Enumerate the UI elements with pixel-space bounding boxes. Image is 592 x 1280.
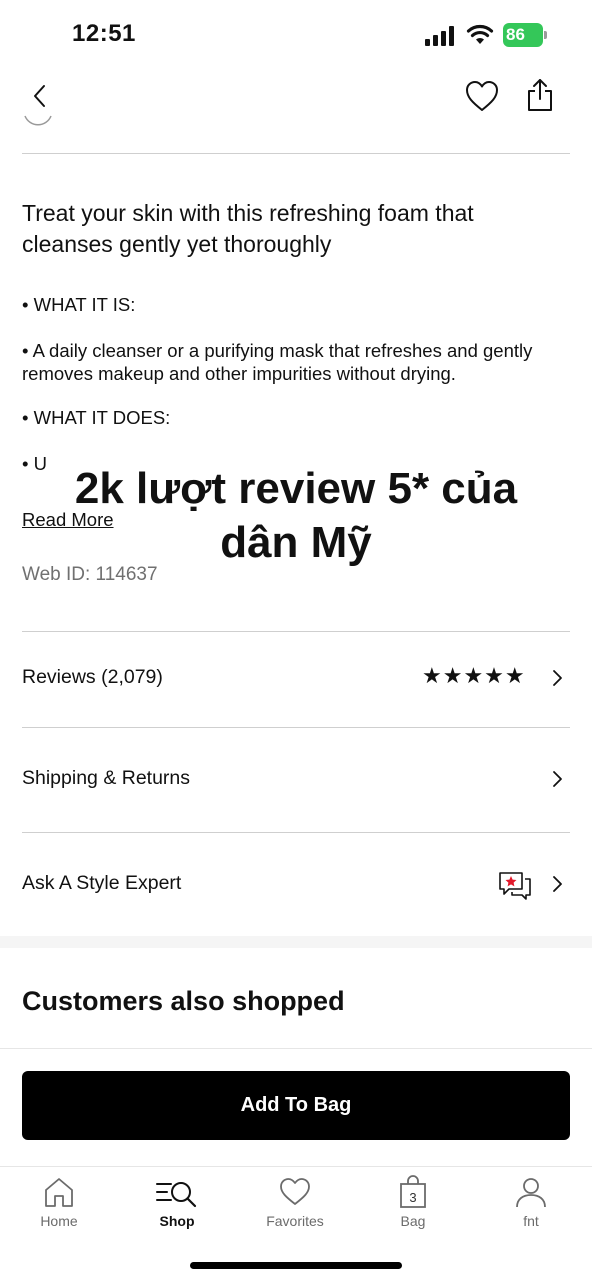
divider bbox=[0, 1048, 592, 1049]
chat-star-icon bbox=[499, 872, 531, 900]
tab-home[interactable]: Home bbox=[0, 1175, 118, 1245]
description-title: Treat your skin with this refreshing foa… bbox=[22, 200, 474, 257]
style-expert-row[interactable]: Ask A Style Expert bbox=[22, 860, 570, 910]
overlay-caption: 2k lượt review 5* của dân Mỹ bbox=[74, 464, 518, 567]
tab-account[interactable]: fnt bbox=[472, 1175, 590, 1245]
bag-count-badge: 3 bbox=[409, 1190, 416, 1205]
reviews-row[interactable]: Reviews (2,079) ★★★★★ bbox=[22, 654, 570, 704]
tab-shop[interactable]: Shop bbox=[118, 1175, 236, 1245]
home-icon bbox=[45, 1178, 73, 1207]
reviews-label: Reviews (2,079) bbox=[22, 666, 163, 688]
wifi-icon bbox=[466, 24, 494, 44]
share-icon[interactable] bbox=[524, 77, 556, 113]
customers-also-shopped-title: Customers also shopped bbox=[22, 986, 345, 1016]
partial-circle-icon bbox=[24, 115, 52, 126]
cellular-signal-icon bbox=[425, 26, 454, 46]
battery-level: 86 bbox=[506, 25, 525, 44]
shipping-returns-label: Shipping & Returns bbox=[22, 767, 191, 789]
tab-label: Home bbox=[40, 1213, 78, 1229]
add-to-bag-button[interactable]: Add To Bag bbox=[22, 1071, 570, 1140]
tab-label: Favorites bbox=[266, 1213, 324, 1229]
tab-label: Bag bbox=[400, 1213, 426, 1229]
status-time: 12:51 bbox=[72, 20, 136, 47]
divider bbox=[22, 631, 570, 632]
style-expert-label: Ask A Style Expert bbox=[22, 872, 182, 894]
battery-icon: 86 bbox=[503, 23, 547, 47]
tab-favorites[interactable]: Favorites bbox=[236, 1175, 354, 1245]
description-bullet: • A daily cleanser or a purifying mask t… bbox=[22, 340, 533, 384]
back-chevron-icon[interactable] bbox=[28, 83, 52, 109]
tab-label: fnt bbox=[523, 1213, 539, 1229]
bag-icon: 3 bbox=[400, 1175, 426, 1208]
rating-stars: ★★★★★ bbox=[422, 663, 526, 688]
favorite-heart-icon[interactable] bbox=[464, 79, 500, 113]
divider bbox=[22, 153, 570, 154]
status-bar: 12:51 86 bbox=[0, 0, 592, 70]
description-bullet: • WHAT IT DOES: bbox=[22, 407, 171, 428]
divider bbox=[22, 832, 570, 833]
section-separator bbox=[0, 936, 592, 948]
search-list-icon bbox=[156, 1182, 197, 1208]
chevron-right-icon bbox=[553, 876, 562, 892]
heart-icon bbox=[280, 1178, 310, 1205]
person-icon bbox=[516, 1178, 546, 1208]
home-indicator bbox=[190, 1262, 402, 1269]
tab-label: Shop bbox=[159, 1213, 195, 1229]
chevron-right-icon bbox=[553, 670, 562, 686]
shipping-returns-row[interactable]: Shipping & Returns bbox=[22, 755, 570, 805]
tab-bag[interactable]: 3 Bag bbox=[354, 1175, 472, 1245]
chevron-right-icon bbox=[553, 771, 562, 787]
description-bullet: • WHAT IT IS: bbox=[22, 294, 136, 315]
divider bbox=[22, 727, 570, 728]
